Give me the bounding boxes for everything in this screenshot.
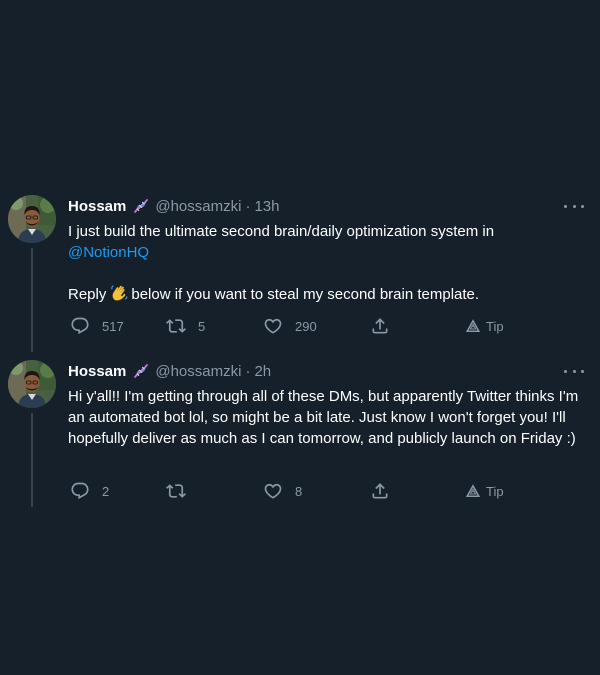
waving-hand-emoji-icon xyxy=(110,284,128,302)
avatar-image xyxy=(8,195,56,243)
retweet-icon xyxy=(166,316,186,336)
retweet-button[interactable] xyxy=(166,480,198,502)
heart-icon xyxy=(263,481,283,501)
avatar[interactable] xyxy=(8,360,56,408)
thread-line xyxy=(31,248,33,352)
dna-emoji-icon xyxy=(132,362,150,380)
tweet-header: Hossam @hossamzki · 2h xyxy=(68,361,271,381)
reply-word: Reply xyxy=(68,286,107,303)
tip-icon xyxy=(464,482,482,500)
retweet-icon xyxy=(166,481,186,501)
like-count: 290 xyxy=(295,318,317,334)
author-name[interactable]: Hossam xyxy=(68,198,126,215)
author-handle[interactable]: @hossamzki xyxy=(155,363,241,380)
tip-button[interactable]: Tip xyxy=(464,315,504,337)
share-icon xyxy=(370,316,390,336)
reply-rest: below if you want to steal my second bra… xyxy=(131,286,480,303)
share-button[interactable] xyxy=(370,480,390,502)
like-button[interactable]: 290 xyxy=(263,315,317,337)
author-handle[interactable]: @hossamzki xyxy=(155,198,241,215)
tip-label: Tip xyxy=(486,483,504,499)
reply-count: 2 xyxy=(102,483,110,499)
avatar[interactable] xyxy=(8,195,56,243)
avatar-image xyxy=(8,360,56,408)
tweet-line: I just build the ultimate second brain/d… xyxy=(68,223,495,240)
tweet-time[interactable]: 2h xyxy=(254,363,271,380)
reply-button[interactable]: 517 xyxy=(70,315,124,337)
reply-icon xyxy=(70,316,90,336)
tweet-header: Hossam @hossamzki · 13h xyxy=(68,196,279,216)
reply-button[interactable]: 2 xyxy=(70,480,109,502)
retweet-count: 5 xyxy=(198,318,206,334)
share-button[interactable] xyxy=(370,315,390,337)
separator-dot: · xyxy=(245,197,251,215)
separator-dot: · xyxy=(245,362,251,380)
tweet-text: I just build the ultimate second brain/d… xyxy=(68,221,598,305)
tip-icon xyxy=(464,317,482,335)
more-icon[interactable] xyxy=(564,196,584,216)
thread-line xyxy=(31,413,33,507)
reply-icon xyxy=(70,481,90,501)
dna-emoji-icon xyxy=(132,197,150,215)
tweet-line: Reply below if you want to steal my secon… xyxy=(68,284,598,305)
share-icon xyxy=(370,481,390,501)
mention-link[interactable]: @NotionHQ xyxy=(68,244,149,261)
action-bar: 517 5 290 Tip xyxy=(68,315,528,337)
tweet-time[interactable]: 13h xyxy=(254,198,279,215)
tip-button[interactable]: Tip xyxy=(464,480,504,502)
author-name[interactable]: Hossam xyxy=(68,363,126,380)
like-count: 8 xyxy=(295,483,303,499)
tweet-text: Hi y'all!! I'm getting through all of th… xyxy=(68,388,579,447)
heart-icon xyxy=(263,316,283,336)
like-button[interactable]: 8 xyxy=(263,480,302,502)
more-icon[interactable] xyxy=(564,361,584,381)
reply-count: 517 xyxy=(102,318,124,334)
tip-label: Tip xyxy=(486,318,504,334)
retweet-button[interactable]: 5 xyxy=(166,315,205,337)
action-bar: 2 8 Tip xyxy=(68,480,528,502)
